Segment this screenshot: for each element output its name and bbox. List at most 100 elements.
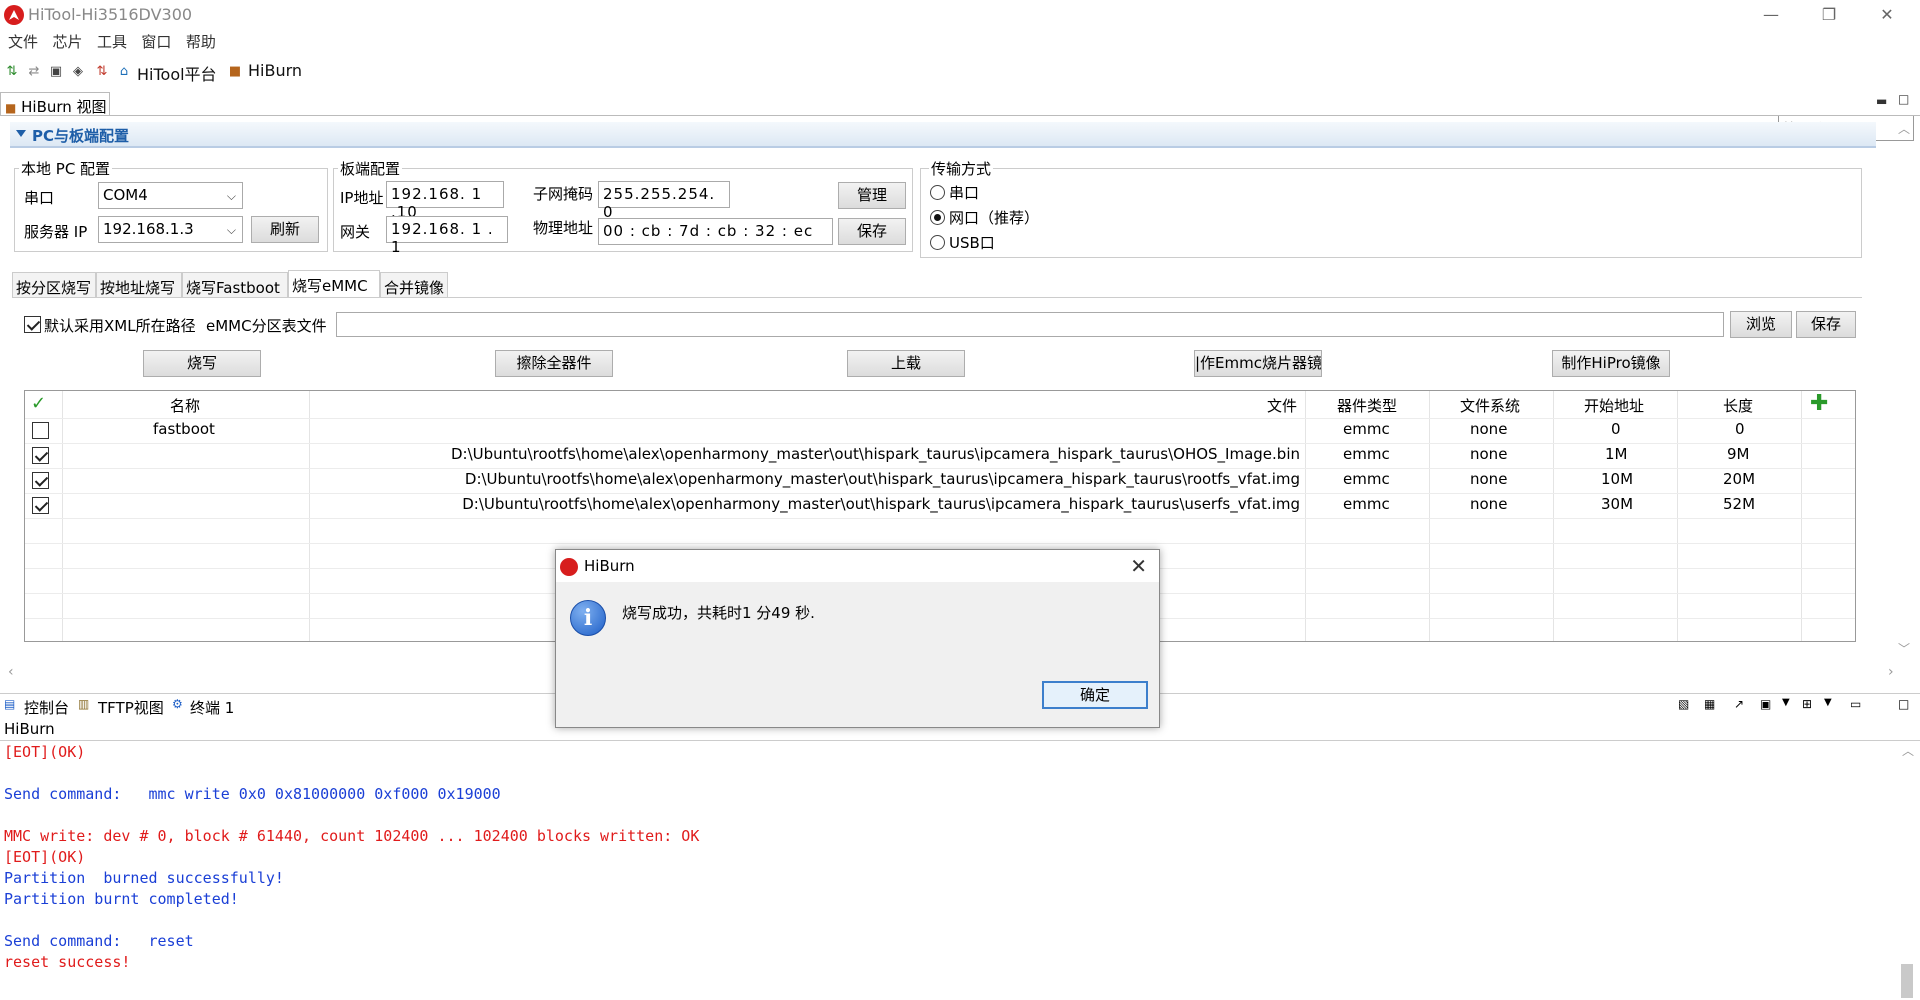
- col-header-device: 器件类型: [1337, 397, 1398, 415]
- gateway-input[interactable]: 192.168. 1 . 1: [386, 216, 508, 256]
- console-line: Send command: mmc write 0x0 0x81000000 0…: [4, 785, 501, 803]
- hitool-platform-button[interactable]: HiTool平台: [137, 61, 217, 85]
- clear-console-icon[interactable]: ▧: [1678, 697, 1689, 711]
- tab-tftp-view[interactable]: TFTP视图: [98, 697, 164, 718]
- panel-minimize-icon[interactable]: ▭: [1850, 697, 1861, 711]
- row-file[interactable]: D:\Ubuntu\rootfs\home\alex\openharmony_m…: [465, 470, 1300, 488]
- erase-all-button[interactable]: 擦除全器件: [495, 350, 613, 377]
- console-output[interactable]: [EOT](OK) Send command: mmc write 0x0 0x8…: [0, 742, 1896, 1000]
- upload-button[interactable]: 上载: [847, 350, 965, 377]
- row-fs: none: [1470, 495, 1508, 513]
- row-checkbox[interactable]: [32, 497, 49, 514]
- menu-window[interactable]: 窗口: [141, 30, 171, 54]
- chevron-down-icon[interactable]: ▼: [1782, 697, 1790, 708]
- col-header-fs: 文件系统: [1460, 397, 1521, 415]
- network-icon[interactable]: ▣: [48, 64, 64, 80]
- hiburn-button[interactable]: HiBurn: [248, 61, 302, 80]
- panel-maximize-icon[interactable]: □: [1898, 697, 1909, 711]
- mac-address-input[interactable]: 00 : cb : 7d : cb : 32 : ec: [598, 218, 833, 245]
- row-length: 9M: [1727, 445, 1750, 463]
- row-start: 1M: [1605, 445, 1628, 463]
- view-maximize-icon[interactable]: □: [1898, 92, 1909, 106]
- menu-tools[interactable]: 工具: [97, 30, 127, 54]
- burn-button[interactable]: 烧写: [143, 350, 261, 377]
- restore-button[interactable]: ❐: [1806, 2, 1852, 28]
- board-ip-input[interactable]: 192.168. 1 .10: [386, 181, 504, 221]
- dialog-ok-button[interactable]: 确定: [1042, 681, 1148, 709]
- hiburn-logo-icon: [560, 558, 578, 576]
- console-line: [EOT](OK): [4, 848, 86, 866]
- dialog-title-bar: HiBurn ✕: [556, 550, 1159, 582]
- manage-button[interactable]: 管理: [838, 182, 906, 209]
- server-ip-select[interactable]: 192.168.1.3 ⌵: [98, 216, 243, 243]
- dialog-close-icon[interactable]: ✕: [1130, 554, 1147, 578]
- scroll-up-icon[interactable]: ︿: [1898, 120, 1910, 137]
- chevron-down-icon[interactable]: ▼: [1824, 697, 1832, 708]
- display-console-icon[interactable]: ▣: [1760, 697, 1771, 711]
- console-vertical-scrollbar[interactable]: ︿: [1898, 742, 1916, 1000]
- menu-chip[interactable]: 芯片: [52, 30, 82, 54]
- scroll-left-icon[interactable]: ‹: [8, 664, 14, 680]
- partition-table-input[interactable]: [336, 312, 1724, 337]
- radio-usb[interactable]: [930, 235, 945, 250]
- close-button[interactable]: ✕: [1864, 2, 1910, 28]
- col-header-file: 文件: [1267, 397, 1298, 415]
- chevron-down-icon: ⌵: [226, 189, 236, 203]
- tab-fastboot-burn[interactable]: 烧写Fastboot: [182, 272, 288, 298]
- browse-button[interactable]: 浏览: [1730, 311, 1792, 338]
- row-checkbox[interactable]: [32, 422, 49, 439]
- radio-serial[interactable]: [930, 185, 945, 200]
- view-minimize-icon[interactable]: ▬: [1876, 94, 1887, 108]
- make-emmc-image-button[interactable]: |作Emmc烧片器镜(: [1194, 350, 1322, 377]
- col-header-name: 名称: [170, 397, 201, 415]
- scroll-thumb[interactable]: [1901, 964, 1913, 998]
- window-title: HiTool-Hi3516DV300: [28, 5, 193, 24]
- radio-network-label: 网口（推荐）: [949, 209, 1040, 227]
- default-xml-path-checkbox[interactable]: [24, 316, 41, 333]
- subnet-mask-input[interactable]: 255.255.254. 0: [598, 181, 730, 221]
- board-save-button[interactable]: 保存: [838, 218, 906, 245]
- pc-board-config-header[interactable]: PC与板端配置: [10, 122, 1876, 148]
- minimize-button[interactable]: —: [1748, 2, 1794, 28]
- row-checkbox[interactable]: [32, 472, 49, 489]
- lock-scroll-icon[interactable]: ▦: [1704, 697, 1715, 711]
- scroll-up-icon[interactable]: ︿: [1902, 742, 1914, 759]
- hiburn-view-tab[interactable]: ■ HiBurn 视图: [0, 92, 110, 116]
- serial-port-select[interactable]: COM4 ⌵: [98, 182, 243, 209]
- terminal-icon: ⚙: [172, 697, 183, 711]
- radio-network[interactable]: [930, 210, 945, 225]
- row-checkbox[interactable]: [32, 447, 49, 464]
- tab-merge-image[interactable]: 合并镜像: [380, 272, 448, 298]
- console-divider: [0, 740, 1920, 741]
- tab-emmc-burn[interactable]: 烧写eMMC: [288, 270, 380, 298]
- emmc-save-button[interactable]: 保存: [1796, 311, 1856, 338]
- tab-address-burn[interactable]: 按地址烧写: [96, 272, 182, 298]
- transfer-icon[interactable]: ⇅: [94, 64, 110, 80]
- row-device: emmc: [1343, 495, 1390, 513]
- new-console-icon[interactable]: ⊞: [1802, 697, 1812, 711]
- row-file[interactable]: D:\Ubuntu\rootfs\home\alex\openharmony_m…: [451, 445, 1300, 463]
- refresh-button[interactable]: 刷新: [251, 216, 319, 243]
- disconnect-icon[interactable]: ⇄: [26, 64, 42, 80]
- console-title: HiBurn: [4, 720, 55, 738]
- sync-icon[interactable]: ◈: [70, 64, 86, 80]
- make-hipro-image-button[interactable]: 制作HiPro镜像: [1552, 350, 1670, 377]
- serial-label: 串口: [24, 189, 55, 207]
- add-row-plus-icon[interactable]: ✚: [1810, 391, 1828, 416]
- tab-console[interactable]: 控制台: [24, 697, 69, 718]
- menu-help[interactable]: 帮助: [186, 30, 216, 54]
- select-all-check-icon[interactable]: ✓: [31, 393, 46, 414]
- subnet-mask-label: 子网掩码: [533, 185, 594, 203]
- ip-label: IP地址: [340, 189, 384, 207]
- scroll-down-icon[interactable]: ﹀: [1898, 640, 1910, 657]
- collapse-triangle-icon[interactable]: [16, 130, 26, 137]
- pin-console-icon[interactable]: ↗: [1734, 697, 1744, 711]
- connect-icon[interactable]: ⇅: [4, 64, 20, 80]
- menu-file[interactable]: 文件: [8, 30, 38, 54]
- scroll-right-icon[interactable]: ›: [1888, 664, 1894, 680]
- transfer-method-label: 传输方式: [929, 158, 994, 179]
- tab-terminal[interactable]: 终端 1: [190, 697, 234, 718]
- tab-partition-burn[interactable]: 按分区烧写: [12, 272, 96, 298]
- row-file[interactable]: D:\Ubuntu\rootfs\home\alex\openharmony_m…: [462, 495, 1300, 513]
